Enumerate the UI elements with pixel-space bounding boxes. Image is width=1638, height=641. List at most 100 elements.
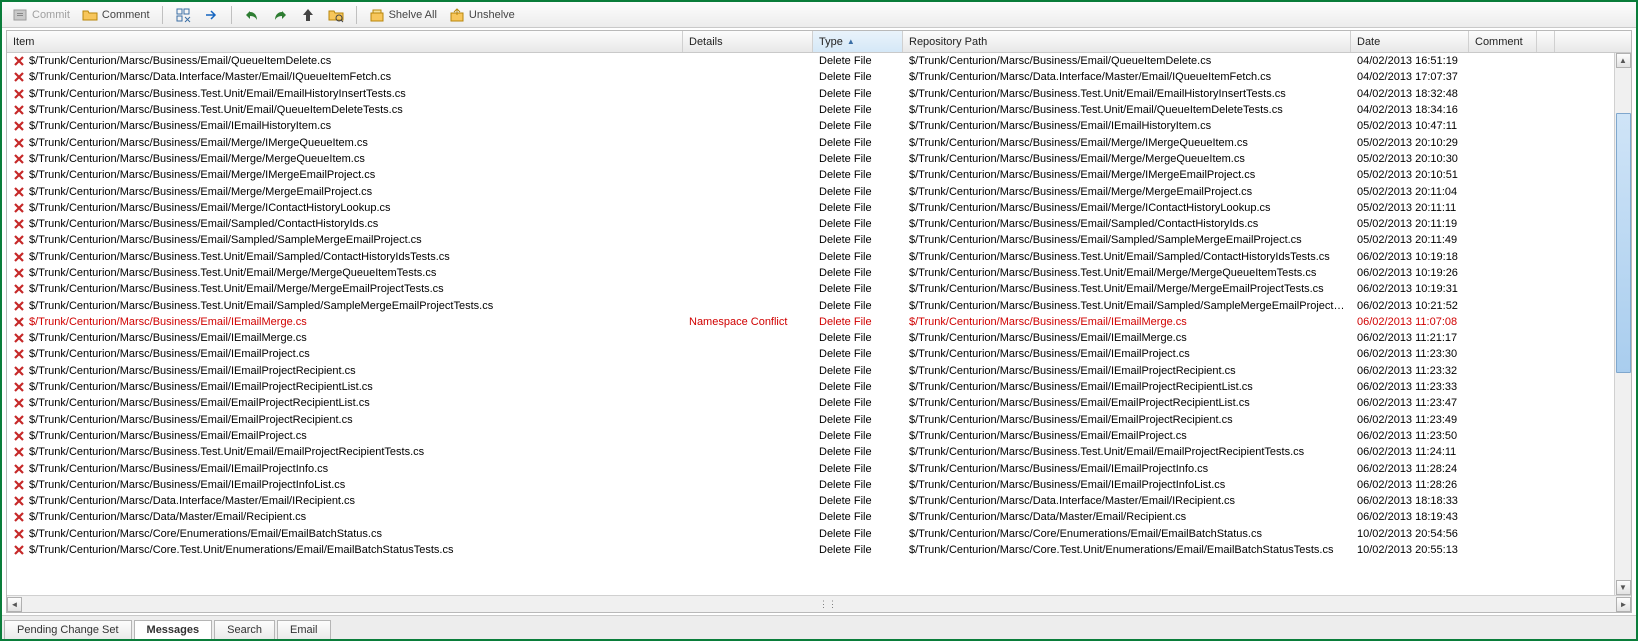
- table-row[interactable]: $/Trunk/Centurion/Marsc/Business.Test.Un…: [7, 102, 1631, 118]
- scroll-right-button[interactable]: ►: [1616, 597, 1631, 612]
- unshelve-button[interactable]: Unshelve: [445, 5, 519, 25]
- cell-date: 06/02/2013 11:28:24: [1351, 463, 1469, 475]
- table-row[interactable]: $/Trunk/Centurion/Marsc/Business/Email/I…: [7, 363, 1631, 379]
- horizontal-scrollbar[interactable]: ◄ ⋮⋮ ►: [7, 595, 1631, 612]
- table-row[interactable]: $/Trunk/Centurion/Marsc/Business/Email/M…: [7, 134, 1631, 150]
- unshelve-icon: [449, 7, 465, 23]
- column-header-details[interactable]: Details: [683, 31, 813, 52]
- cell-date: 05/02/2013 20:10:30: [1351, 153, 1469, 165]
- table-row[interactable]: $/Trunk/Centurion/Marsc/Business.Test.Un…: [7, 281, 1631, 297]
- delete-icon: [13, 283, 25, 295]
- table-row[interactable]: $/Trunk/Centurion/Marsc/Business/Email/E…: [7, 395, 1631, 411]
- cell-item: $/Trunk/Centurion/Marsc/Data/Master/Emai…: [7, 511, 683, 523]
- tool-icon-1[interactable]: [171, 5, 195, 25]
- tool-icon-3[interactable]: [240, 5, 264, 25]
- cell-item: $/Trunk/Centurion/Marsc/Business/Email/M…: [7, 202, 683, 214]
- cell-date: 06/02/2013 10:19:18: [1351, 251, 1469, 263]
- delete-icon: [13, 169, 25, 181]
- table-row[interactable]: $/Trunk/Centurion/Marsc/Business/Email/S…: [7, 232, 1631, 248]
- scroll-thumb[interactable]: [1616, 113, 1631, 373]
- tab-search[interactable]: Search: [214, 620, 275, 639]
- cell-date: 10/02/2013 20:55:13: [1351, 544, 1469, 556]
- cell-item: $/Trunk/Centurion/Marsc/Business/Email/I…: [7, 120, 683, 132]
- table-row[interactable]: $/Trunk/Centurion/Marsc/Data.Interface/M…: [7, 69, 1631, 85]
- table-row[interactable]: $/Trunk/Centurion/Marsc/Core/Enumeration…: [7, 526, 1631, 542]
- table-row[interactable]: $/Trunk/Centurion/Marsc/Business.Test.Un…: [7, 265, 1631, 281]
- vertical-scrollbar[interactable]: ▲ ▼: [1614, 53, 1631, 595]
- scroll-left-button[interactable]: ◄: [7, 597, 22, 612]
- column-header-date[interactable]: Date: [1351, 31, 1469, 52]
- delete-icon: [13, 300, 25, 312]
- table-row[interactable]: $/Trunk/Centurion/Marsc/Business.Test.Un…: [7, 297, 1631, 313]
- tool-icon-2[interactable]: [199, 5, 223, 25]
- cell-type: Delete File: [813, 104, 903, 116]
- item-path: $/Trunk/Centurion/Marsc/Business/Email/M…: [29, 153, 365, 165]
- cell-type: Delete File: [813, 479, 903, 491]
- cell-date: 06/02/2013 18:19:43: [1351, 511, 1469, 523]
- tool-icon-5[interactable]: [296, 5, 320, 25]
- item-path: $/Trunk/Centurion/Marsc/Core.Test.Unit/E…: [29, 544, 453, 556]
- item-path: $/Trunk/Centurion/Marsc/Business/Email/E…: [29, 430, 307, 442]
- table-row[interactable]: $/Trunk/Centurion/Marsc/Business/Email/M…: [7, 151, 1631, 167]
- cell-repo: $/Trunk/Centurion/Marsc/Data.Interface/M…: [903, 495, 1351, 507]
- table-row[interactable]: $/Trunk/Centurion/Marsc/Data/Master/Emai…: [7, 509, 1631, 525]
- toolbar-separator: [162, 6, 163, 24]
- column-header-type[interactable]: Type▲: [813, 31, 903, 52]
- table-row[interactable]: $/Trunk/Centurion/Marsc/Business/Email/M…: [7, 167, 1631, 183]
- table-row[interactable]: $/Trunk/Centurion/Marsc/Data.Interface/M…: [7, 493, 1631, 509]
- toolbar-separator: [231, 6, 232, 24]
- cell-date: 10/02/2013 20:54:56: [1351, 528, 1469, 540]
- comment-button[interactable]: Comment: [78, 5, 154, 25]
- table-row[interactable]: $/Trunk/Centurion/Marsc/Business.Test.Un…: [7, 249, 1631, 265]
- scroll-down-button[interactable]: ▼: [1616, 580, 1631, 595]
- cell-date: 05/02/2013 20:11:11: [1351, 202, 1469, 214]
- table-row[interactable]: $/Trunk/Centurion/Marsc/Business/Email/Q…: [7, 53, 1631, 69]
- tab-pending-change-set[interactable]: Pending Change Set: [4, 620, 132, 639]
- column-header-repo[interactable]: Repository Path: [903, 31, 1351, 52]
- table-row[interactable]: $/Trunk/Centurion/Marsc/Business/Email/I…: [7, 314, 1631, 330]
- table-row[interactable]: $/Trunk/Centurion/Marsc/Business/Email/I…: [7, 379, 1631, 395]
- cell-item: $/Trunk/Centurion/Marsc/Business/Email/I…: [7, 381, 683, 393]
- cell-item: $/Trunk/Centurion/Marsc/Business.Test.Un…: [7, 88, 683, 100]
- cell-date: 06/02/2013 11:23:49: [1351, 414, 1469, 426]
- item-path: $/Trunk/Centurion/Marsc/Core/Enumeration…: [29, 528, 382, 540]
- delete-icon: [13, 397, 25, 409]
- table-row[interactable]: $/Trunk/Centurion/Marsc/Business/Email/M…: [7, 183, 1631, 199]
- tool-icon-4[interactable]: [268, 5, 292, 25]
- commit-label: Commit: [32, 9, 70, 21]
- shelve-all-button[interactable]: Shelve All: [365, 5, 441, 25]
- table-row[interactable]: $/Trunk/Centurion/Marsc/Business.Test.Un…: [7, 444, 1631, 460]
- table-row[interactable]: $/Trunk/Centurion/Marsc/Business/Email/I…: [7, 346, 1631, 362]
- tab-messages[interactable]: Messages: [134, 620, 213, 639]
- table-row[interactable]: $/Trunk/Centurion/Marsc/Business.Test.Un…: [7, 86, 1631, 102]
- hscroll-track[interactable]: ⋮⋮: [22, 597, 1616, 612]
- item-path: $/Trunk/Centurion/Marsc/Business.Test.Un…: [29, 446, 424, 458]
- scroll-track[interactable]: [1616, 68, 1631, 580]
- table-row[interactable]: $/Trunk/Centurion/Marsc/Business/Email/S…: [7, 216, 1631, 232]
- cell-date: 06/02/2013 10:19:26: [1351, 267, 1469, 279]
- table-row[interactable]: $/Trunk/Centurion/Marsc/Core.Test.Unit/E…: [7, 542, 1631, 558]
- tab-email[interactable]: Email: [277, 620, 331, 639]
- shelve-icon: [369, 7, 385, 23]
- item-path: $/Trunk/Centurion/Marsc/Data/Master/Emai…: [29, 511, 306, 523]
- table-row[interactable]: $/Trunk/Centurion/Marsc/Business/Email/E…: [7, 428, 1631, 444]
- cell-item: $/Trunk/Centurion/Marsc/Business.Test.Un…: [7, 300, 683, 312]
- table-row[interactable]: $/Trunk/Centurion/Marsc/Business/Email/M…: [7, 200, 1631, 216]
- item-path: $/Trunk/Centurion/Marsc/Business/Email/I…: [29, 365, 356, 377]
- cell-item: $/Trunk/Centurion/Marsc/Business/Email/S…: [7, 234, 683, 246]
- cell-type: Delete File: [813, 332, 903, 344]
- table-row[interactable]: $/Trunk/Centurion/Marsc/Business/Email/I…: [7, 460, 1631, 476]
- sort-asc-icon: ▲: [847, 37, 855, 46]
- tool-icon-6[interactable]: [324, 5, 348, 25]
- commit-button[interactable]: Commit: [8, 5, 74, 25]
- cell-repo: $/Trunk/Centurion/Marsc/Business/Email/M…: [903, 137, 1351, 149]
- scroll-up-button[interactable]: ▲: [1616, 53, 1631, 68]
- column-header-comment[interactable]: Comment: [1469, 31, 1537, 52]
- table-row[interactable]: $/Trunk/Centurion/Marsc/Business/Email/I…: [7, 477, 1631, 493]
- table-row[interactable]: $/Trunk/Centurion/Marsc/Business/Email/E…: [7, 412, 1631, 428]
- cell-repo: $/Trunk/Centurion/Marsc/Data/Master/Emai…: [903, 511, 1351, 523]
- column-header-item[interactable]: Item: [7, 31, 683, 52]
- table-row[interactable]: $/Trunk/Centurion/Marsc/Business/Email/I…: [7, 330, 1631, 346]
- cell-repo: $/Trunk/Centurion/Marsc/Business/Email/I…: [903, 479, 1351, 491]
- table-row[interactable]: $/Trunk/Centurion/Marsc/Business/Email/I…: [7, 118, 1631, 134]
